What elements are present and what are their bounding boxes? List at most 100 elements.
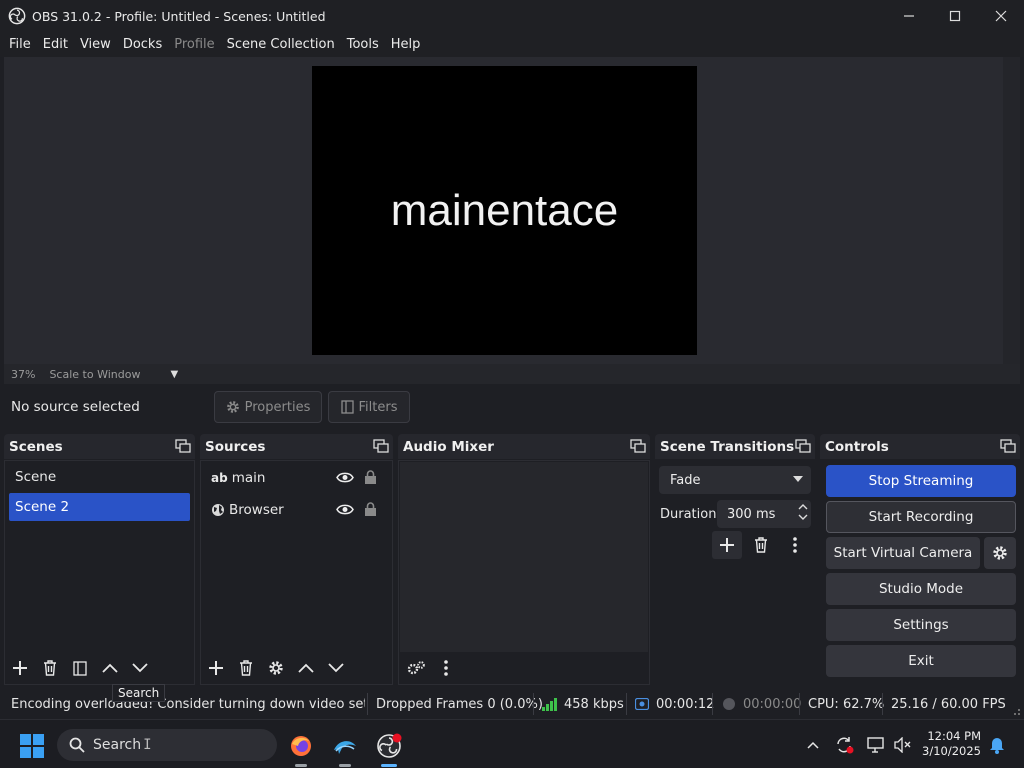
add-source-button[interactable] [201, 654, 231, 682]
undock-icon[interactable] [795, 439, 811, 453]
obs-taskbar-button[interactable] [372, 729, 406, 767]
move-source-down-button[interactable] [321, 654, 351, 682]
maximize-icon [949, 10, 961, 22]
preview-scrollbar[interactable] [1003, 57, 1020, 364]
source-item-browser[interactable]: Browser [205, 496, 388, 524]
running-indicator [295, 764, 307, 767]
status-message-text: Encoding overloaded! Consider turning do… [11, 696, 365, 712]
menu-docks[interactable]: Docks [117, 37, 168, 52]
scene-item-selected[interactable]: Scene 2 [9, 493, 190, 521]
chevron-up-icon [807, 741, 819, 749]
add-transition-button[interactable] [712, 531, 742, 559]
maximize-button[interactable] [932, 0, 978, 32]
duration-value: 300 ms [727, 506, 776, 522]
sync-tray-button[interactable] [834, 730, 856, 760]
exit-button[interactable]: Exit [826, 645, 1016, 677]
cpu-usage: CPU: 62.7% [808, 696, 885, 712]
audio-mixer-area [400, 462, 648, 652]
remove-transition-button[interactable] [746, 531, 776, 559]
eye-icon[interactable] [336, 471, 354, 484]
undock-icon[interactable] [373, 439, 389, 453]
menu-profile[interactable]: Profile [168, 37, 220, 52]
source-name: Browser [229, 502, 284, 518]
studio-mode-button[interactable]: Studio Mode [826, 573, 1016, 605]
menu-scene-collection[interactable]: Scene Collection [221, 37, 341, 52]
scale-mode[interactable]: Scale to Window [49, 368, 140, 381]
audio-mixer-footer [399, 652, 649, 684]
status-divider [712, 693, 713, 715]
lock-icon[interactable] [364, 502, 377, 517]
taskbar-clock[interactable]: 12:04 PM 3/10/2025 [922, 729, 981, 759]
properties-button[interactable]: Properties [214, 391, 322, 423]
remove-source-button[interactable] [231, 654, 261, 682]
text-source-icon: ab [211, 471, 228, 485]
menu-tools[interactable]: Tools [341, 37, 385, 52]
undock-icon[interactable] [630, 439, 646, 453]
transition-properties-button[interactable] [780, 531, 810, 559]
chevron-up-icon [298, 663, 314, 673]
minimize-icon [904, 15, 914, 17]
obs-logo-icon [377, 733, 402, 758]
minimize-button[interactable] [886, 0, 932, 32]
add-scene-button[interactable] [5, 654, 35, 682]
audio-mixer-title: Audio Mixer [403, 438, 494, 455]
undock-icon[interactable] [1000, 439, 1016, 453]
windows-start-icon[interactable] [20, 734, 44, 758]
scale-dropdown-icon[interactable]: ▼ [170, 369, 178, 380]
chevron-down-icon[interactable] [798, 513, 808, 522]
firefox-taskbar-button[interactable] [284, 729, 318, 767]
close-button[interactable] [978, 0, 1024, 32]
scene-filters-button[interactable] [65, 654, 95, 682]
menu-view[interactable]: View [74, 37, 117, 52]
chevron-up-icon[interactable] [798, 502, 808, 511]
stop-streaming-button[interactable]: Stop Streaming [826, 465, 1016, 497]
undock-icon[interactable] [175, 439, 191, 453]
start-virtual-camera-button[interactable]: Start Virtual Camera [826, 537, 980, 569]
transition-select[interactable]: Fade [659, 466, 811, 494]
menu-file[interactable]: File [3, 37, 37, 52]
advanced-audio-button[interactable] [401, 654, 431, 682]
menu-edit[interactable]: Edit [37, 37, 74, 52]
firefox-icon [291, 736, 311, 756]
sources-dock-header: Sources [200, 434, 393, 459]
move-scene-up-button[interactable] [95, 654, 125, 682]
start-recording-button[interactable]: Start Recording [826, 501, 1016, 533]
eye-icon[interactable] [336, 503, 354, 516]
audio-mixer-dock-header: Audio Mixer [398, 434, 650, 459]
plus-icon [720, 538, 734, 552]
volume-tray-button[interactable] [892, 730, 914, 760]
chevron-down-icon [328, 663, 344, 673]
source-status: No source selected [11, 399, 140, 415]
taskbar-search[interactable]: Search I [57, 729, 277, 761]
scene-transitions-dock: Scene Transitions Fade Duration 300 ms [655, 434, 815, 685]
move-scene-down-button[interactable] [125, 654, 155, 682]
audio-menu-button[interactable] [431, 654, 461, 682]
filter-icon [73, 660, 87, 676]
virtual-camera-settings-button[interactable] [984, 537, 1016, 569]
resize-grip-icon[interactable] [1011, 706, 1021, 716]
gear-icon [226, 401, 239, 413]
preview-canvas[interactable]: mainentace [312, 66, 697, 355]
scene-item[interactable]: Scene [9, 463, 190, 491]
settings-button[interactable]: Settings [826, 609, 1016, 641]
gear-icon [993, 546, 1007, 560]
filters-button[interactable]: Filters [328, 391, 410, 423]
signal-bars-icon [542, 698, 557, 711]
dolphin-app-taskbar-button[interactable] [328, 729, 362, 767]
source-item-main[interactable]: ab main [205, 464, 388, 492]
lock-icon[interactable] [364, 470, 377, 485]
filter-icon [340, 400, 354, 414]
notifications-button[interactable] [986, 730, 1008, 760]
source-properties-button[interactable] [261, 654, 291, 682]
status-divider [882, 693, 883, 715]
plus-icon [209, 661, 223, 675]
bitrate-value: 458 kbps [564, 696, 624, 712]
menu-help[interactable]: Help [385, 37, 427, 52]
preview-area[interactable]: mainentace [4, 57, 1003, 364]
move-source-up-button[interactable] [291, 654, 321, 682]
remove-scene-button[interactable] [35, 654, 65, 682]
search-tooltip: Search [112, 684, 166, 702]
duration-spinbox[interactable]: 300 ms [717, 500, 811, 528]
show-hidden-icons-button[interactable] [804, 730, 822, 760]
network-tray-button[interactable] [866, 730, 888, 760]
